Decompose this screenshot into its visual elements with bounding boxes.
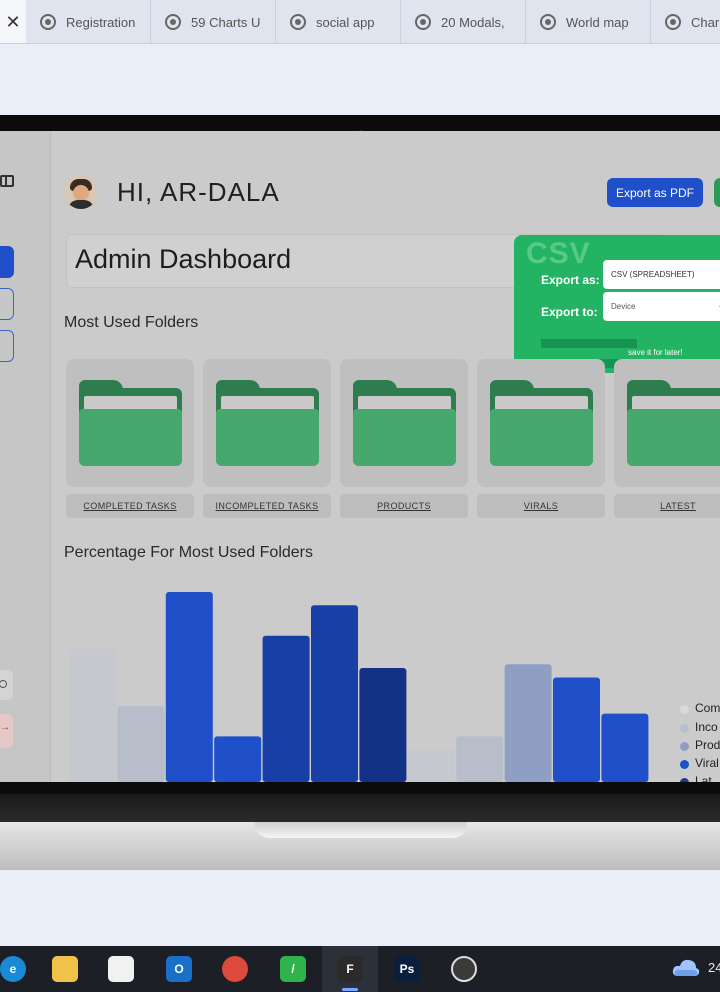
- taskbar-app-icon[interactable]: e: [0, 956, 26, 982]
- taskbar-app-icon[interactable]: [222, 956, 248, 982]
- percentage-chart-title: Percentage For Most Used Folders: [64, 544, 313, 561]
- export-to-label: Export to:: [541, 305, 598, 319]
- export-as-select[interactable]: CSV (SPREADSHEET): [603, 260, 720, 289]
- tab-favicon-icon: [540, 14, 556, 30]
- export-to-select[interactable]: Device⌄: [603, 292, 720, 321]
- taskbar-app-icon[interactable]: F: [337, 956, 363, 982]
- avatar[interactable]: [64, 175, 98, 209]
- taskbar-app-icon[interactable]: Ps: [394, 956, 420, 982]
- taskbar-app-icon[interactable]: [52, 956, 78, 982]
- folder-icon: [79, 380, 182, 468]
- chart-bar[interactable]: [553, 677, 600, 783]
- export-to-value: Device: [611, 302, 636, 311]
- browser-tab[interactable]: social app: [276, 0, 401, 43]
- taskbar-active-indicator: [342, 988, 358, 991]
- folder-icon: [490, 380, 593, 468]
- tab-favicon-icon: [665, 14, 681, 30]
- taskbar-app-icon[interactable]: [451, 956, 477, 982]
- close-tab-button[interactable]: ✕: [0, 0, 26, 43]
- folder-label[interactable]: LATEST: [614, 494, 720, 518]
- folder-icon: [627, 380, 720, 468]
- chart-bar[interactable]: [311, 605, 358, 782]
- legend-swatch: [680, 705, 689, 714]
- folder-icon: [216, 380, 319, 468]
- csv-export-popup: CSV Export as: CSV (SPREADSHEET) Export …: [514, 235, 720, 373]
- browser-tab[interactable]: 20 Modals,: [401, 0, 526, 43]
- taskbar-temperature: 24: [708, 960, 720, 975]
- taskbar-app-icon[interactable]: O: [166, 956, 192, 982]
- legend-swatch: [680, 724, 689, 733]
- legend-swatch: [680, 742, 689, 751]
- folder-label[interactable]: VIRALS: [477, 494, 605, 518]
- sidebar-item-active[interactable]: [0, 246, 14, 278]
- sidebar-item[interactable]: [0, 288, 14, 320]
- avatar-face: [73, 185, 89, 201]
- browser-tab-strip: ✕ Registration 59 Charts U social app 20…: [0, 0, 720, 44]
- legend-label: Viral: [695, 756, 719, 770]
- page-title: Admin Dashboard: [75, 244, 292, 274]
- laptop-screen: HI, AR-DALA Export as PDF Admin Dashboar…: [0, 131, 720, 782]
- placeholder-bar: [541, 339, 637, 348]
- tab-favicon-icon: [415, 14, 431, 30]
- taskbar-app-icon[interactable]: [108, 956, 134, 982]
- browser-tab[interactable]: 59 Charts U: [151, 0, 276, 43]
- chart-bar[interactable]: [601, 713, 649, 782]
- legend-label: Lat: [695, 774, 712, 782]
- tab-favicon-icon: [40, 14, 56, 30]
- export-as-value: CSV (SPREADSHEET): [611, 270, 695, 279]
- tab-favicon-icon: [290, 14, 306, 30]
- folder-label[interactable]: COMPLETED TASKS: [66, 494, 194, 518]
- export-pdf-button[interactable]: Export as PDF: [607, 178, 703, 207]
- save-for-later-link[interactable]: save it for later!: [628, 348, 683, 357]
- chart-bar[interactable]: [359, 668, 407, 782]
- folder-label[interactable]: INCOMPLETED TASKS: [203, 494, 331, 518]
- chart-bar[interactable]: [504, 664, 552, 782]
- folder-label[interactable]: PRODUCTS: [340, 494, 468, 518]
- legend-label: Prod: [695, 738, 720, 752]
- greeting-heading: HI, AR-DALA: [117, 177, 280, 207]
- csv-badge: CSV: [526, 237, 591, 270]
- browser-tab[interactable]: Char: [651, 0, 720, 43]
- sidebar-toggle-icon[interactable]: [0, 175, 14, 187]
- laptop-lip: [255, 822, 467, 838]
- legend-swatch: [680, 760, 689, 769]
- chart-bar[interactable]: [262, 635, 310, 782]
- chart-bar[interactable]: [165, 592, 213, 782]
- close-icon: ✕: [5, 11, 21, 32]
- legend-label: Com: [695, 701, 720, 715]
- taskbar-app-icon[interactable]: /: [280, 956, 306, 982]
- browser-tab[interactable]: Registration: [26, 0, 151, 43]
- chart-bar[interactable]: [214, 736, 262, 782]
- folders-bar-chart: [69, 592, 649, 783]
- laptop-hinge: [0, 794, 720, 822]
- sidebar-item[interactable]: [0, 330, 14, 362]
- export-as-label: Export as:: [541, 273, 600, 287]
- laptop-bezel-bottom: [0, 782, 720, 794]
- chart-bar[interactable]: [456, 736, 504, 782]
- most-used-folders-title: Most Used Folders: [64, 314, 199, 331]
- browser-tab[interactable]: World map: [526, 0, 651, 43]
- avatar-body: [68, 200, 94, 209]
- chart-bar[interactable]: [69, 649, 116, 782]
- legend-label: Inco: [695, 720, 718, 734]
- tab-favicon-icon: [165, 14, 181, 30]
- folder-icon: [353, 380, 456, 468]
- chart-bar[interactable]: [117, 706, 165, 782]
- weather-cloud-icon[interactable]: [672, 956, 700, 978]
- export-csv-button[interactable]: [714, 178, 720, 207]
- chart-bar[interactable]: [407, 749, 455, 782]
